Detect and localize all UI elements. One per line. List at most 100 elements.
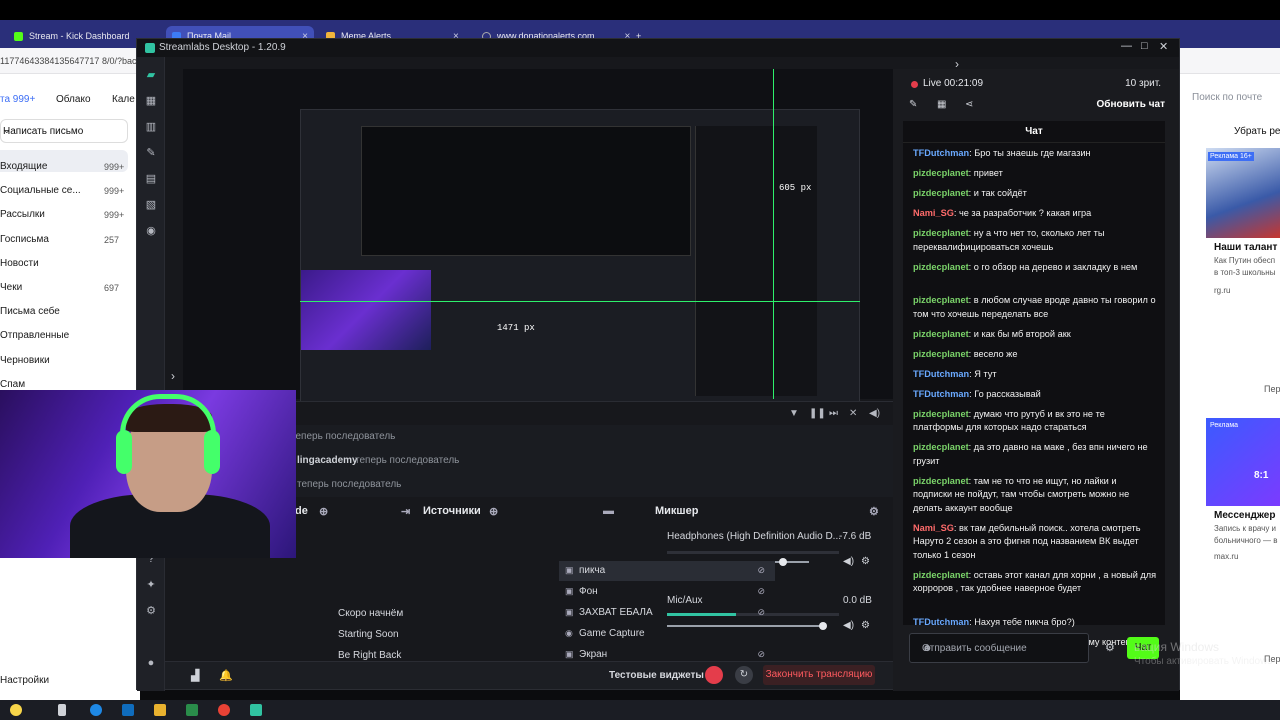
settings-link[interactable]: Настройки — [0, 675, 49, 686]
maximize-icon[interactable]: □ — [1141, 40, 1148, 52]
chat-username[interactable]: TFDutchman — [913, 389, 969, 399]
source-row[interactable]: ▣ ЗАХВАТ ЕБАЛА ⊘ — [559, 603, 775, 623]
calendar-tab[interactable]: Кале — [112, 94, 135, 105]
source-row[interactable]: ◉ Game Capture — [559, 624, 775, 644]
chevron-right-icon[interactable]: › — [171, 369, 175, 383]
cloud-tab[interactable]: Облако — [56, 94, 91, 105]
folder-item[interactable]: Госписьма — [0, 234, 49, 245]
volume-knob[interactable] — [779, 558, 788, 566]
speaker-icon[interactable]: ◀) — [843, 620, 854, 631]
volume-icon[interactable]: ◀) — [869, 408, 880, 419]
ad2-title[interactable]: Мессенджер — [1214, 510, 1275, 521]
popout-icon[interactable]: ▦ — [937, 99, 946, 110]
bell-icon[interactable]: 🔔 — [219, 669, 233, 682]
chat-username[interactable]: pizdecplanet — [913, 188, 969, 198]
test-widgets-label[interactable]: Тестовые виджеты — [609, 670, 704, 681]
visibility-icon[interactable]: ⊘ — [757, 565, 765, 576]
chat-username[interactable]: pizdecplanet — [913, 349, 969, 359]
record-button[interactable] — [705, 666, 723, 684]
pencil-icon[interactable]: ✎ — [909, 99, 917, 110]
gear-icon[interactable]: ⚙ — [1105, 641, 1115, 654]
gear-icon[interactable]: ⚙ — [145, 605, 157, 617]
chat-username[interactable]: pizdecplanet — [913, 228, 969, 238]
pause-icon[interactable]: ❚❚ — [809, 408, 826, 419]
folder-item[interactable]: Новости — [0, 258, 39, 269]
folder-item[interactable]: Спам — [0, 379, 25, 390]
filter-icon[interactable]: ▼ — [789, 408, 799, 419]
copilot-icon[interactable] — [10, 704, 22, 716]
scene-item[interactable]: Be Right Back — [338, 650, 401, 661]
skip-icon[interactable]: ⏭ — [829, 408, 838, 419]
compose-button[interactable]: Написать письмо ⌄ — [0, 119, 128, 143]
refresh-chat-button[interactable]: Обновить чат — [1097, 99, 1166, 110]
chat-username[interactable]: pizdecplanet — [913, 409, 969, 419]
source-row[interactable]: ▣ Фон ⊘ — [559, 582, 775, 602]
chat-username[interactable]: TFDutchman — [913, 369, 969, 379]
chat-input[interactable]: Отправить сообщение ☻ — [909, 633, 1089, 663]
emoji-icon[interactable]: ☻ — [922, 643, 1082, 654]
visibility-icon[interactable]: ⊘ — [757, 586, 765, 597]
file-explorer-icon[interactable] — [154, 704, 166, 716]
gear-icon[interactable]: ⚙ — [869, 505, 879, 518]
studio-mode-icon[interactable]: ▥ — [145, 121, 157, 133]
scene-item[interactable]: Starting Soon — [338, 629, 399, 640]
mail-tab[interactable]: та 999+ — [0, 94, 35, 105]
themes-icon[interactable]: ✎ — [145, 147, 157, 159]
record-icon[interactable]: ◉ — [145, 225, 157, 237]
chat-username[interactable]: pizdecplanet — [913, 329, 969, 339]
folder-item[interactable]: Рассылки — [0, 209, 45, 220]
replay-buffer-button[interactable]: ↻ — [735, 666, 753, 684]
gear-icon[interactable]: ⚙ — [861, 620, 870, 631]
add-scene-icon[interactable]: ⊕ — [319, 505, 328, 518]
search-input[interactable]: Поиск по почте — [1192, 92, 1262, 103]
folder-item[interactable]: Отправленные — [0, 330, 69, 341]
folder-item[interactable]: Входящие — [0, 161, 47, 172]
source-row[interactable]: ▣ пикча ⊘ — [559, 561, 775, 581]
visibility-icon[interactable]: ⊘ — [757, 607, 765, 618]
stats-icon[interactable]: ▟ — [191, 669, 199, 682]
chat-username[interactable]: pizdecplanet — [913, 168, 969, 178]
ad-more[interactable]: Пер — [1264, 384, 1280, 394]
scene-item[interactable]: Скоро начнём — [338, 608, 403, 619]
chevron-down-icon[interactable]: ⌄ — [3, 125, 119, 136]
editor-icon[interactable]: ▰ — [145, 69, 157, 81]
folder-item[interactable]: Черновики — [0, 355, 50, 366]
remove-ads-link[interactable]: Убрать ре — [1234, 126, 1280, 137]
gear-icon[interactable]: ⚙ — [861, 556, 870, 567]
folder-icon[interactable]: ▬ — [603, 505, 614, 517]
ad2-image[interactable]: Реклама 8:1 — [1206, 418, 1280, 506]
chat-username[interactable]: TFDutchman — [913, 148, 969, 158]
profile-icon[interactable]: ● — [145, 657, 157, 669]
volume-knob[interactable] — [819, 622, 827, 630]
transition-icon[interactable]: ⇥ — [401, 505, 410, 518]
edge-icon[interactable] — [90, 704, 102, 716]
speaker-icon[interactable]: ◀) — [843, 556, 854, 567]
streamlabs-icon[interactable] — [250, 704, 262, 716]
magic-icon[interactable]: ✦ — [145, 579, 157, 591]
folder-item[interactable]: Письма себе — [0, 306, 60, 317]
highlighter-icon[interactable]: ▧ — [145, 199, 157, 211]
chat-username[interactable]: pizdecplanet — [913, 295, 969, 305]
chat-username[interactable]: pizdecplanet — [913, 476, 969, 486]
add-source-icon[interactable]: ⊕ — [489, 505, 498, 518]
folder-item[interactable]: Чеки — [0, 282, 22, 293]
chat-username[interactable]: Nami_SG — [913, 523, 954, 533]
chat-username[interactable]: pizdecplanet — [913, 262, 969, 272]
store-icon[interactable]: ▤ — [145, 173, 157, 185]
end-stream-button[interactable]: Закончить трансляцию — [763, 665, 875, 685]
ad1-title[interactable]: Наши талант — [1214, 242, 1277, 253]
task-view-icon[interactable] — [58, 704, 66, 716]
stream-preview[interactable]: 1471 px 605 px › › — [171, 57, 959, 419]
folder-item[interactable]: Социальные се... — [0, 185, 81, 196]
close-icon[interactable]: ✕ — [1159, 40, 1168, 53]
outlook-icon[interactable] — [122, 704, 134, 716]
layout-icon[interactable]: ▦ — [145, 95, 157, 107]
mute-alerts-icon[interactable]: ✕ — [849, 408, 857, 419]
chat-username[interactable]: TFDutchman — [913, 617, 969, 627]
chat-username[interactable]: Nami_SG — [913, 208, 954, 218]
visibility-icon[interactable]: ⊘ — [757, 649, 765, 660]
share-icon[interactable]: ⋖ — [965, 99, 973, 110]
minimize-icon[interactable]: — — [1121, 40, 1132, 52]
chat-username[interactable]: pizdecplanet — [913, 442, 969, 452]
chrome-icon[interactable] — [218, 704, 230, 716]
